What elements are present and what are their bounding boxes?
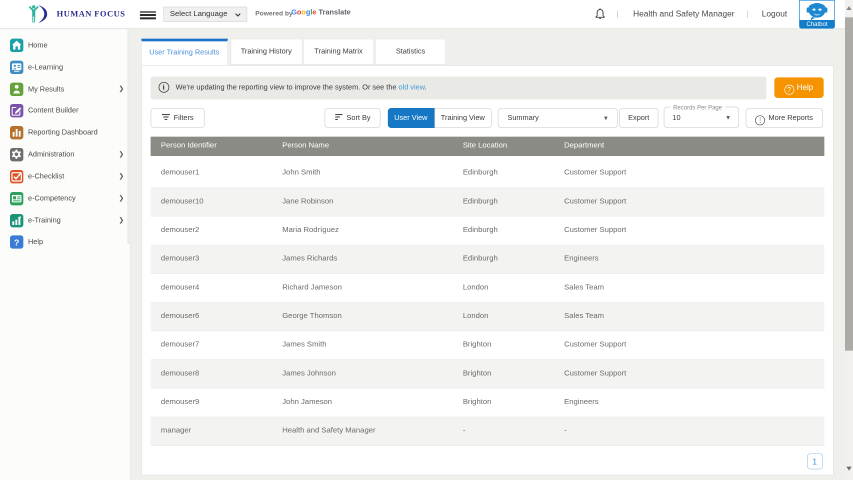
svg-text:?: ? [14, 238, 19, 248]
